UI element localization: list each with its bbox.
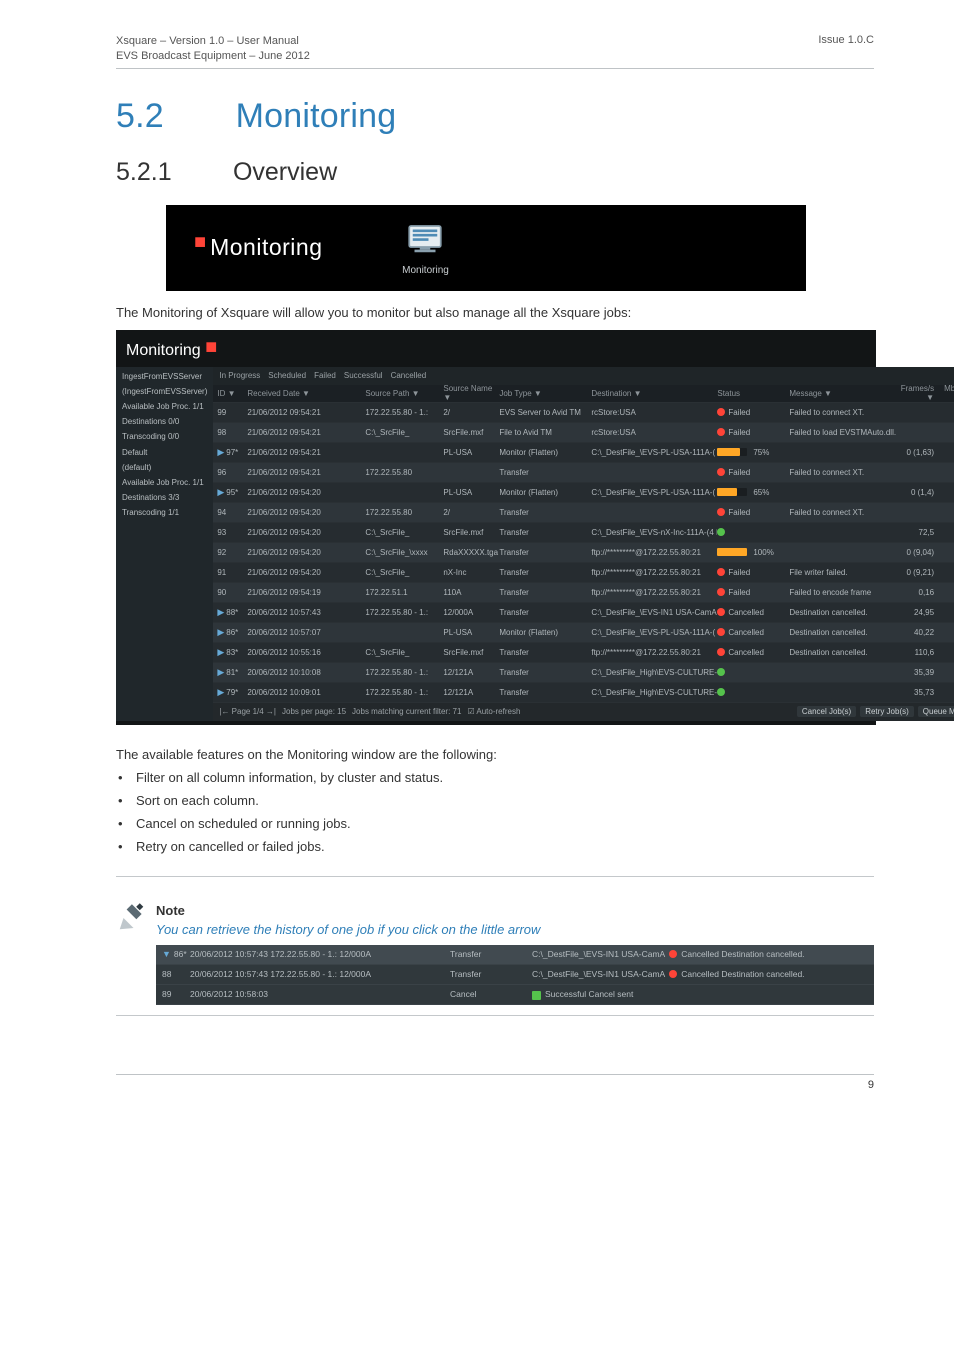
column-header[interactable]: Message ▼	[789, 389, 896, 398]
column-header[interactable]: ID ▼	[217, 389, 247, 398]
section-number: 5.2	[116, 97, 226, 136]
cancel-job-s--button[interactable]: Cancel Job(s)	[797, 706, 856, 717]
pencil-icon	[116, 903, 146, 1005]
table-row[interactable]: 9421/06/2012 09:54:20172.22.55.802/Trans…	[213, 503, 954, 523]
page-footer: 9	[116, 1074, 874, 1091]
note-block: Note You can retrieve the history of one…	[116, 903, 874, 1005]
column-header[interactable]: Status	[717, 389, 789, 398]
features-intro: The available features on the Monitoring…	[116, 747, 874, 762]
note-top-divider	[116, 876, 874, 877]
doc-issue: Issue 1.0.C	[818, 34, 874, 64]
subsection-number: 5.2.1	[116, 158, 226, 187]
section-title: 5.2 Monitoring	[116, 97, 874, 136]
table-row[interactable]: ▶95*21/06/2012 09:54:20PL-USAMonitor (Fl…	[213, 483, 954, 503]
sidebar-item[interactable]: Available Job Proc. 1/1	[122, 401, 207, 412]
sidebar-item[interactable]: (default)	[122, 462, 207, 473]
page-nav[interactable]: |← Page 1/4 →|	[219, 707, 276, 716]
note-table: ▼86*20/06/2012 10:57:43 172.22.55.80 - 1…	[156, 945, 874, 1005]
table-row[interactable]: ▶88*20/06/2012 10:57:43172.22.55.80 - 1.…	[213, 603, 954, 623]
subsection-title: 5.2.1 Overview	[116, 158, 874, 187]
tab-successful[interactable]: Successful	[344, 371, 383, 380]
ms-sidebar: IngestFromEVSServer (IngestFromEVSServer)…	[116, 367, 213, 721]
auto-refresh-checkbox[interactable]: ☑ Auto-refresh	[467, 707, 520, 716]
recording-dot-icon: ■	[205, 336, 217, 358]
table-body: 9921/06/2012 09:54:21172.22.55.80 - 1.:2…	[213, 403, 954, 703]
sidebar-item[interactable]: Transcoding 1/1	[122, 507, 207, 518]
sidebar-item[interactable]: (IngestFromEVSServer)	[122, 386, 207, 397]
monitor-icon	[404, 219, 446, 261]
sidebar-item[interactable]: Available Job Proc. 1/1	[122, 477, 207, 488]
list-item: Sort on each column.	[118, 793, 874, 808]
monitoring-tile[interactable]: Monitoring	[392, 219, 458, 276]
table-row[interactable]: 9021/06/2012 09:54:19172.22.51.1110ATran…	[213, 583, 954, 603]
table-row[interactable]: ▶79*20/06/2012 10:09:01172.22.55.80 - 1.…	[213, 683, 954, 703]
intro-text: The Monitoring of Xsquare will allow you…	[116, 305, 874, 320]
list-item: Filter on all column information, by clu…	[118, 770, 874, 785]
dot-icon: ■	[194, 231, 206, 254]
tab-scheduled[interactable]: Scheduled	[268, 371, 306, 380]
column-header[interactable]: Frames/s ▼	[896, 384, 938, 402]
table-row[interactable]: ▶81*20/06/2012 10:10:08172.22.55.80 - 1.…	[213, 663, 954, 683]
page-number: 9	[868, 1079, 874, 1091]
jobs-matching: Jobs matching current filter: 71	[352, 707, 461, 716]
sidebar-item[interactable]: Destinations 0/0	[122, 416, 207, 427]
table-row[interactable]: ▶97*21/06/2012 09:54:21PL-USAMonitor (Fl…	[213, 443, 954, 463]
doc-title-line1: Xsquare – Version 1.0 – User Manual	[116, 34, 310, 49]
sidebar-item[interactable]: Destinations 3/3	[122, 492, 207, 503]
table-row[interactable]: ▶83*20/06/2012 10:55:16C:\_SrcFile_SrcFi…	[213, 643, 954, 663]
ms-main: In Progress Scheduled Failed Successful Canc…	[213, 367, 954, 721]
banner-word: Monitoring	[210, 234, 322, 261]
list-item: Retry on cancelled or failed jobs.	[118, 839, 874, 854]
note-text: You can retrieve the history of one job …	[156, 922, 874, 937]
tab-in-progress[interactable]: In Progress	[219, 371, 260, 380]
sidebar-item[interactable]: Default	[122, 447, 207, 458]
column-header[interactable]: Received Date ▼	[247, 389, 365, 398]
tab-failed[interactable]: Failed	[314, 371, 336, 380]
column-header[interactable]: Source Name ▼	[443, 384, 499, 402]
subsection-name: Overview	[233, 158, 337, 186]
table-row[interactable]: ▶86*20/06/2012 10:57:07PL-USAMonitor (Fl…	[213, 623, 954, 643]
note-table-row[interactable]: ▼86*20/06/2012 10:57:43 172.22.55.80 - 1…	[156, 945, 874, 965]
ms-footer: |← Page 1/4 →| Jobs per page: 15 Jobs ma…	[213, 703, 954, 721]
section-name: Monitoring	[236, 97, 397, 135]
table-header-row: ID ▼Received Date ▼Source Path ▼Source N…	[213, 385, 954, 403]
table-row[interactable]: 9821/06/2012 09:54:21C:\_SrcFile_SrcFile…	[213, 423, 954, 443]
table-row[interactable]: 9921/06/2012 09:54:21172.22.55.80 - 1.:2…	[213, 403, 954, 423]
footer-buttons: Cancel Job(s) Retry Job(s) Queue Managemen…	[797, 706, 954, 717]
table-row[interactable]: 9321/06/2012 09:54:20C:\_SrcFile_SrcFile…	[213, 523, 954, 543]
retry-job-s--button[interactable]: Retry Job(s)	[860, 706, 914, 717]
ms-title: Monitoring ■	[116, 330, 876, 367]
note-table-row[interactable]: 8820/06/2012 10:57:43 172.22.55.80 - 1.:…	[156, 965, 874, 985]
header-divider	[116, 68, 874, 69]
table-row[interactable]: 9621/06/2012 09:54:21172.22.55.80Transfe…	[213, 463, 954, 483]
doc-title-line2: EVS Broadcast Equipment – June 2012	[116, 49, 310, 64]
column-header[interactable]: Mbytes/s ▼	[938, 384, 954, 402]
monitoring-banner: ■ Monitoring Monitoring	[166, 205, 806, 291]
note-bottom-divider	[116, 1015, 874, 1016]
column-header[interactable]: Source Path ▼	[365, 389, 443, 398]
queue-management-button[interactable]: Queue Management	[918, 706, 954, 717]
column-header[interactable]: Job Type ▼	[499, 389, 591, 398]
tab-cancelled[interactable]: Cancelled	[391, 371, 427, 380]
list-item: Cancel on scheduled or running jobs.	[118, 816, 874, 831]
ms-tabs: In Progress Scheduled Failed Successful Canc…	[213, 367, 954, 385]
note-label: Note	[156, 903, 874, 918]
monitoring-screenshot: Monitoring ■ IngestFromEVSServer (IngestF…	[116, 330, 876, 725]
table-row[interactable]: 9121/06/2012 09:54:20C:\_SrcFile_nX-IncT…	[213, 563, 954, 583]
doc-header: Xsquare – Version 1.0 – User Manual EVS …	[116, 34, 874, 64]
sidebar-item[interactable]: IngestFromEVSServer	[122, 371, 207, 382]
jobs-per-page[interactable]: Jobs per page: 15	[282, 707, 346, 716]
column-header[interactable]: Destination ▼	[591, 389, 717, 398]
tile-caption: Monitoring	[402, 265, 449, 276]
table-row[interactable]: 9221/06/2012 09:54:20C:\_SrcFile_\xxxxRd…	[213, 543, 954, 563]
sidebar-item[interactable]: Transcoding 0/0	[122, 431, 207, 442]
note-table-row[interactable]: 8920/06/2012 10:58:03Cancel Successful C…	[156, 985, 874, 1005]
features-list: Filter on all column information, by clu…	[118, 770, 874, 854]
